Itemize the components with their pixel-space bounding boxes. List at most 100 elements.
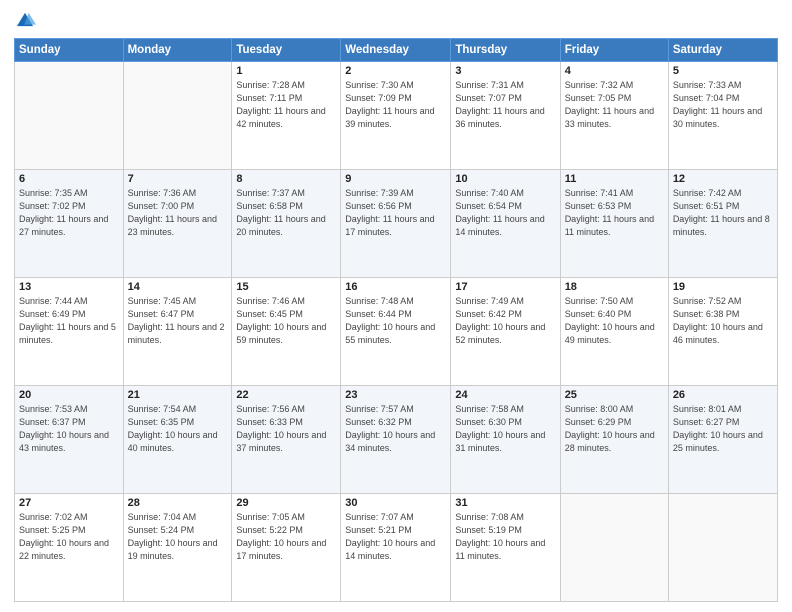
day-number: 14 [128, 281, 228, 293]
day-number: 30 [345, 497, 446, 509]
day-number: 24 [455, 389, 555, 401]
day-info: Sunrise: 7:40 AM Sunset: 6:54 PM Dayligh… [455, 187, 555, 239]
day-number: 23 [345, 389, 446, 401]
calendar-header-sunday: Sunday [15, 39, 124, 62]
calendar-cell [560, 494, 668, 602]
calendar-cell: 24 Sunrise: 7:58 AM Sunset: 6:30 PM Dayli… [451, 386, 560, 494]
calendar-cell: 7 Sunrise: 7:36 AM Sunset: 7:00 PM Daylig… [123, 170, 232, 278]
calendar-week-5: 27 Sunrise: 7:02 AM Sunset: 5:25 PM Dayli… [15, 494, 778, 602]
day-number: 28 [128, 497, 228, 509]
day-number: 16 [345, 281, 446, 293]
calendar-header-friday: Friday [560, 39, 668, 62]
calendar-week-3: 13 Sunrise: 7:44 AM Sunset: 6:49 PM Dayli… [15, 278, 778, 386]
calendar-header-tuesday: Tuesday [232, 39, 341, 62]
day-info: Sunrise: 7:42 AM Sunset: 6:51 PM Dayligh… [673, 187, 773, 239]
page: SundayMondayTuesdayWednesdayThursdayFrid… [0, 0, 792, 612]
calendar-cell: 29 Sunrise: 7:05 AM Sunset: 5:22 PM Dayli… [232, 494, 341, 602]
day-number: 19 [673, 281, 773, 293]
day-number: 10 [455, 173, 555, 185]
day-info: Sunrise: 7:36 AM Sunset: 7:00 PM Dayligh… [128, 187, 228, 239]
calendar-cell: 30 Sunrise: 7:07 AM Sunset: 5:21 PM Dayli… [341, 494, 451, 602]
day-number: 8 [236, 173, 336, 185]
day-number: 12 [673, 173, 773, 185]
day-number: 25 [565, 389, 664, 401]
day-info: Sunrise: 7:37 AM Sunset: 6:58 PM Dayligh… [236, 187, 336, 239]
day-info: Sunrise: 7:33 AM Sunset: 7:04 PM Dayligh… [673, 79, 773, 131]
calendar-cell: 19 Sunrise: 7:52 AM Sunset: 6:38 PM Dayli… [668, 278, 777, 386]
calendar-cell: 3 Sunrise: 7:31 AM Sunset: 7:07 PM Daylig… [451, 62, 560, 170]
calendar-cell: 9 Sunrise: 7:39 AM Sunset: 6:56 PM Daylig… [341, 170, 451, 278]
day-info: Sunrise: 7:05 AM Sunset: 5:22 PM Dayligh… [236, 511, 336, 563]
calendar-header-monday: Monday [123, 39, 232, 62]
logo-icon [14, 10, 36, 32]
day-number: 26 [673, 389, 773, 401]
logo [14, 10, 38, 32]
day-number: 5 [673, 65, 773, 77]
calendar-header-row: SundayMondayTuesdayWednesdayThursdayFrid… [15, 39, 778, 62]
day-number: 2 [345, 65, 446, 77]
day-info: Sunrise: 7:53 AM Sunset: 6:37 PM Dayligh… [19, 403, 119, 455]
calendar-cell: 5 Sunrise: 7:33 AM Sunset: 7:04 PM Daylig… [668, 62, 777, 170]
day-info: Sunrise: 7:39 AM Sunset: 6:56 PM Dayligh… [345, 187, 446, 239]
day-info: Sunrise: 7:50 AM Sunset: 6:40 PM Dayligh… [565, 295, 664, 347]
day-number: 4 [565, 65, 664, 77]
day-info: Sunrise: 7:31 AM Sunset: 7:07 PM Dayligh… [455, 79, 555, 131]
calendar-cell: 4 Sunrise: 7:32 AM Sunset: 7:05 PM Daylig… [560, 62, 668, 170]
day-number: 3 [455, 65, 555, 77]
day-info: Sunrise: 7:07 AM Sunset: 5:21 PM Dayligh… [345, 511, 446, 563]
calendar-cell: 16 Sunrise: 7:48 AM Sunset: 6:44 PM Dayli… [341, 278, 451, 386]
day-number: 20 [19, 389, 119, 401]
calendar-cell: 23Sunrise: 7:57 AM Sunset: 6:32 PM Dayli… [341, 386, 451, 494]
calendar-cell: 25 Sunrise: 8:00 AM Sunset: 6:29 PM Dayli… [560, 386, 668, 494]
calendar-cell: 6 Sunrise: 7:35 AM Sunset: 7:02 PM Daylig… [15, 170, 124, 278]
calendar-week-2: 6 Sunrise: 7:35 AM Sunset: 7:02 PM Daylig… [15, 170, 778, 278]
calendar-cell: 28 Sunrise: 7:04 AM Sunset: 5:24 PM Dayli… [123, 494, 232, 602]
day-info: Sunrise: 7:56 AM Sunset: 6:33 PM Dayligh… [236, 403, 336, 455]
calendar-cell: 17 Sunrise: 7:49 AM Sunset: 6:42 PM Dayli… [451, 278, 560, 386]
day-number: 22 [236, 389, 336, 401]
day-info: Sunrise: 7:02 AM Sunset: 5:25 PM Dayligh… [19, 511, 119, 563]
calendar-week-4: 20 Sunrise: 7:53 AM Sunset: 6:37 PM Dayli… [15, 386, 778, 494]
day-info: Sunrise: 7:52 AM Sunset: 6:38 PM Dayligh… [673, 295, 773, 347]
calendar-cell: 26 Sunrise: 8:01 AM Sunset: 6:27 PM Dayli… [668, 386, 777, 494]
day-info: Sunrise: 7:41 AM Sunset: 6:53 PM Dayligh… [565, 187, 664, 239]
calendar-cell: 14 Sunrise: 7:45 AM Sunset: 6:47 PM Dayli… [123, 278, 232, 386]
calendar-cell [15, 62, 124, 170]
calendar-cell: 12 Sunrise: 7:42 AM Sunset: 6:51 PM Dayli… [668, 170, 777, 278]
day-info: Sunrise: 7:45 AM Sunset: 6:47 PM Dayligh… [128, 295, 228, 347]
calendar-cell: 22 Sunrise: 7:56 AM Sunset: 6:33 PM Dayli… [232, 386, 341, 494]
day-info: Sunrise: 7:49 AM Sunset: 6:42 PM Dayligh… [455, 295, 555, 347]
day-number: 17 [455, 281, 555, 293]
day-info: Sunrise: 8:00 AM Sunset: 6:29 PM Dayligh… [565, 403, 664, 455]
calendar-header-saturday: Saturday [668, 39, 777, 62]
day-number: 21 [128, 389, 228, 401]
day-number: 29 [236, 497, 336, 509]
header [14, 10, 778, 32]
day-info: Sunrise: 7:35 AM Sunset: 7:02 PM Dayligh… [19, 187, 119, 239]
day-number: 27 [19, 497, 119, 509]
calendar-cell [123, 62, 232, 170]
calendar-cell [668, 494, 777, 602]
day-number: 18 [565, 281, 664, 293]
day-number: 6 [19, 173, 119, 185]
calendar-header-wednesday: Wednesday [341, 39, 451, 62]
day-info: Sunrise: 8:01 AM Sunset: 6:27 PM Dayligh… [673, 403, 773, 455]
day-number: 9 [345, 173, 446, 185]
calendar-cell: 10 Sunrise: 7:40 AM Sunset: 6:54 PM Dayli… [451, 170, 560, 278]
day-info: Sunrise: 7:28 AM Sunset: 7:11 PM Dayligh… [236, 79, 336, 131]
calendar-cell: 31Sunrise: 7:08 AM Sunset: 5:19 PM Dayli… [451, 494, 560, 602]
calendar-cell: 18 Sunrise: 7:50 AM Sunset: 6:40 PM Dayli… [560, 278, 668, 386]
calendar-cell: 13 Sunrise: 7:44 AM Sunset: 6:49 PM Dayli… [15, 278, 124, 386]
calendar-cell: 2 Sunrise: 7:30 AM Sunset: 7:09 PM Daylig… [341, 62, 451, 170]
day-info: Sunrise: 7:04 AM Sunset: 5:24 PM Dayligh… [128, 511, 228, 563]
day-info: Sunrise: 7:58 AM Sunset: 6:30 PM Dayligh… [455, 403, 555, 455]
day-info: Sunrise: 7:44 AM Sunset: 6:49 PM Dayligh… [19, 295, 119, 347]
calendar-header-thursday: Thursday [451, 39, 560, 62]
day-info: Sunrise: 7:48 AM Sunset: 6:44 PM Dayligh… [345, 295, 446, 347]
day-number: 7 [128, 173, 228, 185]
calendar-cell: 21Sunrise: 7:54 AM Sunset: 6:35 PM Dayli… [123, 386, 232, 494]
day-info: Sunrise: 7:30 AM Sunset: 7:09 PM Dayligh… [345, 79, 446, 131]
calendar-cell: 27 Sunrise: 7:02 AM Sunset: 5:25 PM Dayli… [15, 494, 124, 602]
day-info: Sunrise: 7:32 AM Sunset: 7:05 PM Dayligh… [565, 79, 664, 131]
day-number: 13 [19, 281, 119, 293]
